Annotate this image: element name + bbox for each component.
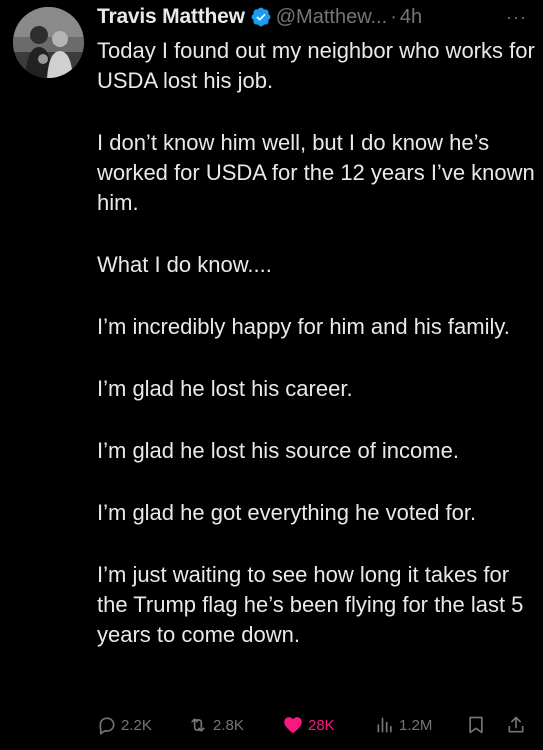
share-icon (508, 716, 524, 733)
tweet-paragraph: Today I found out my neighbor who works … (97, 38, 535, 93)
views-count: 1.2M (399, 716, 433, 734)
tweet-paragraph: I’m glad he lost his source of income. (97, 438, 459, 463)
retweet-button[interactable]: 2.8K (187, 715, 244, 735)
tweet: Travis Matthew @Matthew... · 4h ··· Toda… (0, 0, 543, 750)
like-count: 28K (308, 716, 335, 734)
heart-icon (284, 717, 302, 733)
tweet-paragraph: I’m glad he got everything he voted for. (97, 500, 477, 525)
reply-icon (99, 717, 115, 735)
like-button[interactable]: 28K (282, 715, 335, 735)
separator-dot: · (390, 5, 397, 28)
retweet-count: 2.8K (213, 716, 244, 734)
tweet-paragraph: I’m just waiting to see how long it take… (97, 562, 524, 647)
author-name[interactable]: Travis Matthew (97, 5, 245, 29)
bookmark-button[interactable] (466, 715, 486, 735)
more-options-icon[interactable]: ··· (506, 2, 527, 32)
avatar[interactable] (13, 7, 84, 78)
tweet-text: Today I found out my neighbor who works … (97, 36, 537, 650)
timestamp[interactable]: 4h (400, 6, 422, 29)
tweet-paragraph: I’m glad he lost his career. (97, 376, 353, 401)
views-icon (377, 717, 392, 733)
share-button[interactable] (506, 715, 526, 735)
reply-button[interactable]: 2.2K (97, 715, 152, 735)
tweet-header: Travis Matthew @Matthew... · 4h ··· (97, 2, 537, 32)
tweet-paragraph: I don’t know him well, but I do know he’… (97, 130, 535, 215)
retweet-icon (191, 718, 205, 732)
avatar-photo (13, 7, 84, 78)
tweet-actions: 2.2K 2.8K 28K 1.2M (97, 710, 537, 740)
reply-count: 2.2K (121, 716, 152, 734)
views-button[interactable]: 1.2M (375, 715, 432, 735)
tweet-paragraph: What I do know.... (97, 252, 272, 277)
author-handle[interactable]: @Matthew... (276, 6, 387, 29)
verified-badge-icon (251, 7, 271, 27)
tweet-paragraph: I’m incredibly happy for him and his fam… (97, 314, 510, 339)
bookmark-icon (469, 716, 483, 734)
